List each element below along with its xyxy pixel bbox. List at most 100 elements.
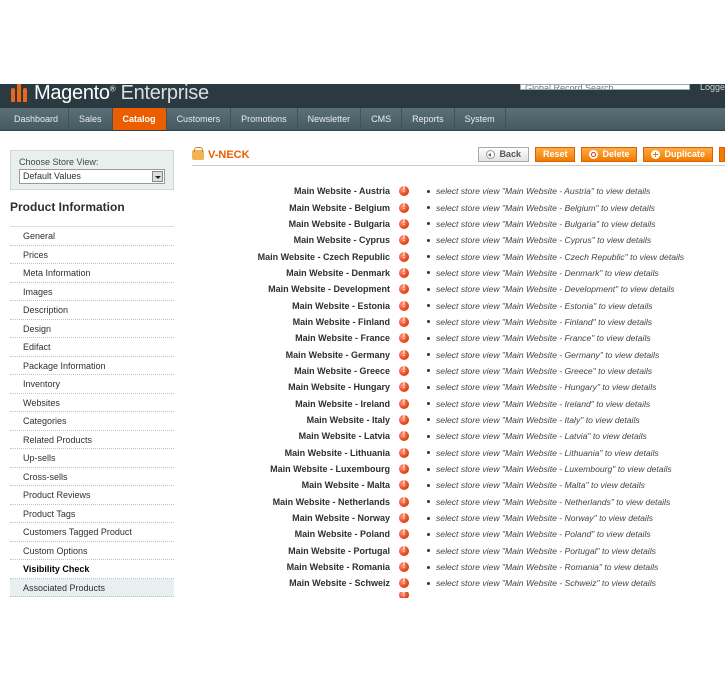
list-item: Main Website - Belgium select store view … — [192, 199, 725, 215]
store-switcher-label: Choose Store View: — [19, 157, 99, 167]
tab-images[interactable]: Images — [10, 282, 174, 301]
tab-visibility-check[interactable]: Visibility Check — [10, 560, 174, 579]
nav-item-customers[interactable]: Customers — [167, 108, 232, 130]
bullet-icon — [427, 532, 430, 536]
logged-in-text: Logge — [700, 84, 725, 92]
status-message: select store view "Main Website - Cyprus… — [436, 235, 652, 246]
tab-edifact[interactable]: Edifact — [10, 338, 174, 357]
bullet-icon — [427, 549, 430, 553]
bullet-icon — [427, 287, 430, 291]
bullet-icon — [427, 255, 430, 259]
bullet-icon — [427, 320, 430, 324]
magento-logo[interactable]: Magento® Enterprise — [10, 84, 209, 108]
bullet-icon — [427, 467, 430, 471]
tab-websites[interactable]: Websites — [10, 393, 174, 412]
warning-icon — [399, 545, 409, 556]
website-label: Main Website - Estonia — [292, 300, 390, 311]
bullet-icon — [427, 418, 430, 422]
delete-button-label: Delete — [602, 149, 630, 159]
delete-icon — [589, 150, 599, 159]
website-label: Main Website - Schweiz — [289, 578, 390, 589]
status-message: select store view "Main Website - Denmar… — [436, 267, 659, 278]
duplicate-button[interactable]: Duplicate — [643, 147, 713, 162]
delete-button[interactable]: Delete — [581, 147, 638, 162]
tab-product-tags[interactable]: Product Tags — [10, 504, 174, 523]
website-label: Main Website - Finland — [292, 316, 390, 327]
list-item: Main Website - Development select store v… — [192, 281, 725, 297]
warning-icon — [399, 300, 409, 311]
website-label: Main Website - Romania — [286, 562, 390, 573]
status-message: select store view "Main Website - Luxemb… — [436, 464, 672, 475]
tab-categories[interactable]: Categories — [10, 412, 174, 431]
warning-icon — [399, 267, 409, 278]
tab-inventory[interactable]: Inventory — [10, 375, 174, 394]
magento-logo-icon — [10, 84, 30, 104]
tab-custom-options[interactable]: Custom Options — [10, 541, 174, 560]
tab-general[interactable]: General — [10, 227, 174, 246]
warning-icon — [399, 365, 409, 376]
bullet-icon — [427, 189, 430, 193]
tab-associated-products[interactable]: Associated Products — [10, 578, 174, 597]
warning-icon — [399, 591, 409, 598]
bullet-icon — [427, 451, 430, 455]
status-message: select store view "Main Website - Hungar… — [436, 382, 657, 393]
website-label: Main Website - Development — [268, 284, 390, 295]
nav-item-sales[interactable]: Sales — [69, 108, 113, 130]
status-message: select store view "Main Website - Belgiu… — [436, 202, 655, 213]
list-item: Main Website - Netherlands select store v… — [192, 494, 725, 510]
bullet-icon — [427, 516, 430, 520]
warning-icon — [399, 479, 409, 491]
page-header: V-NECK Back Reset Delete Duplicate — [192, 144, 725, 166]
tab-product-reviews[interactable]: Product Reviews — [10, 486, 174, 505]
bullet-icon — [427, 304, 430, 308]
warning-icon — [399, 398, 409, 409]
overflow-button[interactable] — [719, 147, 725, 162]
visibility-check-list: Main Website - Austria select store view … — [192, 183, 725, 598]
bullet-icon — [427, 222, 430, 226]
global-search-box[interactable] — [520, 84, 690, 90]
main-nav: Dashboard Sales Catalog Customers Promotions… — [0, 108, 725, 131]
website-label: Main Website - Malta — [301, 480, 390, 491]
nav-item-newsletter[interactable]: Newsletter — [298, 108, 362, 130]
tab-description[interactable]: Description — [10, 301, 174, 320]
nav-item-catalog[interactable]: Catalog — [112, 108, 167, 130]
list-item: Main Website - Greece select store view "… — [192, 363, 725, 379]
warning-icon — [399, 234, 409, 246]
action-buttons: Back Reset Delete Duplicate — [472, 147, 725, 162]
warning-icon — [399, 512, 409, 524]
status-message: select store view "Main Website - Czech … — [436, 251, 685, 262]
website-label: Main Website - Poland — [294, 529, 390, 540]
list-item: Main Website - Romania select store view … — [192, 559, 725, 575]
tab-up-sells[interactable]: Up-sells — [10, 449, 174, 468]
warning-icon — [399, 447, 409, 458]
tab-customers-tagged-product[interactable]: Customers Tagged Product — [10, 523, 174, 542]
global-search-input[interactable] — [521, 85, 689, 89]
reset-button[interactable]: Reset — [534, 147, 576, 162]
bullet-icon — [427, 336, 430, 340]
tab-related-products[interactable]: Related Products — [10, 430, 174, 449]
website-label: Main Website - Germany — [285, 349, 390, 360]
status-message: select store view "Main Website - Romani… — [436, 562, 659, 573]
status-message: select store view "Main Website - France… — [436, 333, 651, 344]
back-button[interactable]: Back — [478, 147, 529, 162]
store-view-select[interactable]: Default Values — [19, 169, 165, 184]
website-label: Main Website - Luxembourg — [270, 464, 390, 475]
tab-cross-sells[interactable]: Cross-sells — [10, 467, 174, 486]
tab-design[interactable]: Design — [10, 319, 174, 338]
tab-package-information[interactable]: Package Information — [10, 356, 174, 375]
admin-header: Magento® Enterprise Logge — [0, 84, 725, 108]
warning-icon — [399, 463, 409, 475]
warning-icon — [399, 381, 409, 393]
tab-meta-information[interactable]: Meta Information — [10, 264, 174, 283]
website-label: Main Website - Denmark — [286, 267, 390, 278]
website-label: Main Website - Czech Republic — [257, 251, 390, 262]
nav-item-reports[interactable]: Reports — [402, 108, 455, 130]
bullet-icon — [427, 206, 430, 210]
product-tabs: General Prices Meta Information Images Descr… — [10, 227, 174, 597]
nav-item-dashboard[interactable]: Dashboard — [0, 108, 70, 130]
nav-item-promotions[interactable]: Promotions — [231, 108, 298, 130]
tab-prices[interactable]: Prices — [10, 245, 174, 264]
nav-item-system[interactable]: System — [455, 108, 506, 130]
nav-item-cms[interactable]: CMS — [361, 108, 403, 130]
product-name: V-NECK — [208, 149, 250, 161]
